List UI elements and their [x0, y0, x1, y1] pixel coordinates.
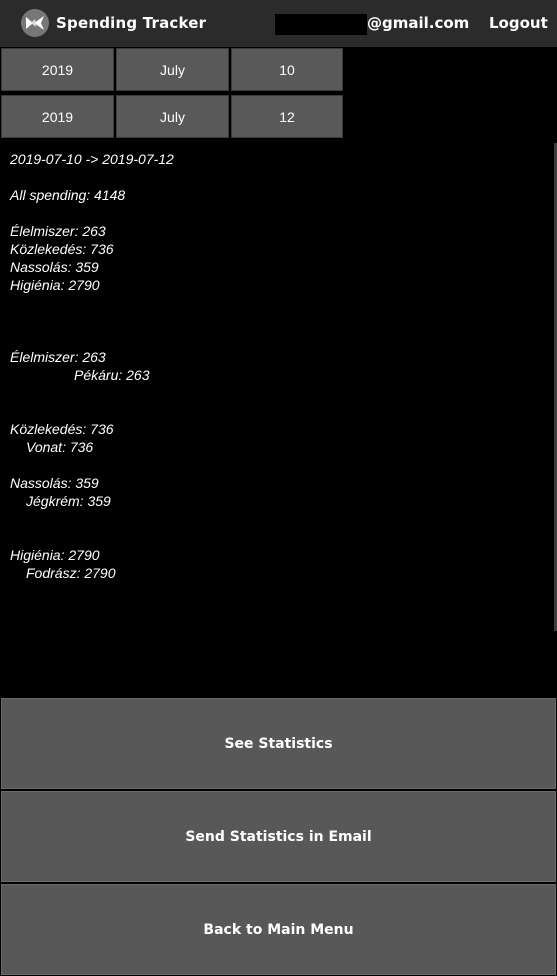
from-year-select[interactable]: 2019: [1, 48, 114, 91]
send-email-button[interactable]: Send Statistics in Email: [1, 791, 556, 882]
summary-line: Higiénia: 2790: [10, 277, 100, 293]
detail-subcategory: Pékáru: 263: [74, 367, 150, 383]
to-year-select[interactable]: 2019: [1, 95, 114, 138]
to-day-select[interactable]: 12: [231, 95, 343, 138]
detail-subcategory: Jégkrém: 359: [26, 493, 111, 509]
detail-category: Higiénia: 2790: [10, 547, 100, 563]
detail-subcategory: Vonat: 736: [26, 439, 94, 455]
email-redaction: [275, 14, 367, 35]
date-range-text: 2019-07-10 -> 2019-07-12: [10, 151, 174, 167]
logout-button[interactable]: Logout: [489, 14, 548, 32]
detail-category: Élelmiszer: 263: [10, 349, 106, 365]
back-to-main-menu-button[interactable]: Back to Main Menu: [1, 884, 556, 975]
detail-subcategory: Fodrász: 2790: [26, 565, 116, 581]
summary-line: Közlekedés: 736: [10, 241, 114, 257]
detail-category: Közlekedés: 736: [10, 421, 114, 437]
summary-line: Nassolás: 359: [10, 259, 99, 275]
summary-line: Élelmiszer: 263: [10, 223, 106, 239]
to-month-select[interactable]: July: [116, 95, 229, 138]
kivy-logo-icon: [21, 9, 49, 37]
from-day-select[interactable]: 10: [231, 48, 343, 91]
detail-category: Nassolás: 359: [10, 475, 99, 491]
from-month-select[interactable]: July: [116, 48, 229, 91]
user-email: @gmail.com: [367, 14, 470, 32]
all-spending-text: All spending: 4148: [10, 187, 126, 203]
app-bar: Spending Tracker @gmail.com Logout: [0, 0, 557, 47]
see-statistics-button[interactable]: See Statistics: [1, 698, 556, 789]
app-title: Spending Tracker: [56, 14, 207, 32]
